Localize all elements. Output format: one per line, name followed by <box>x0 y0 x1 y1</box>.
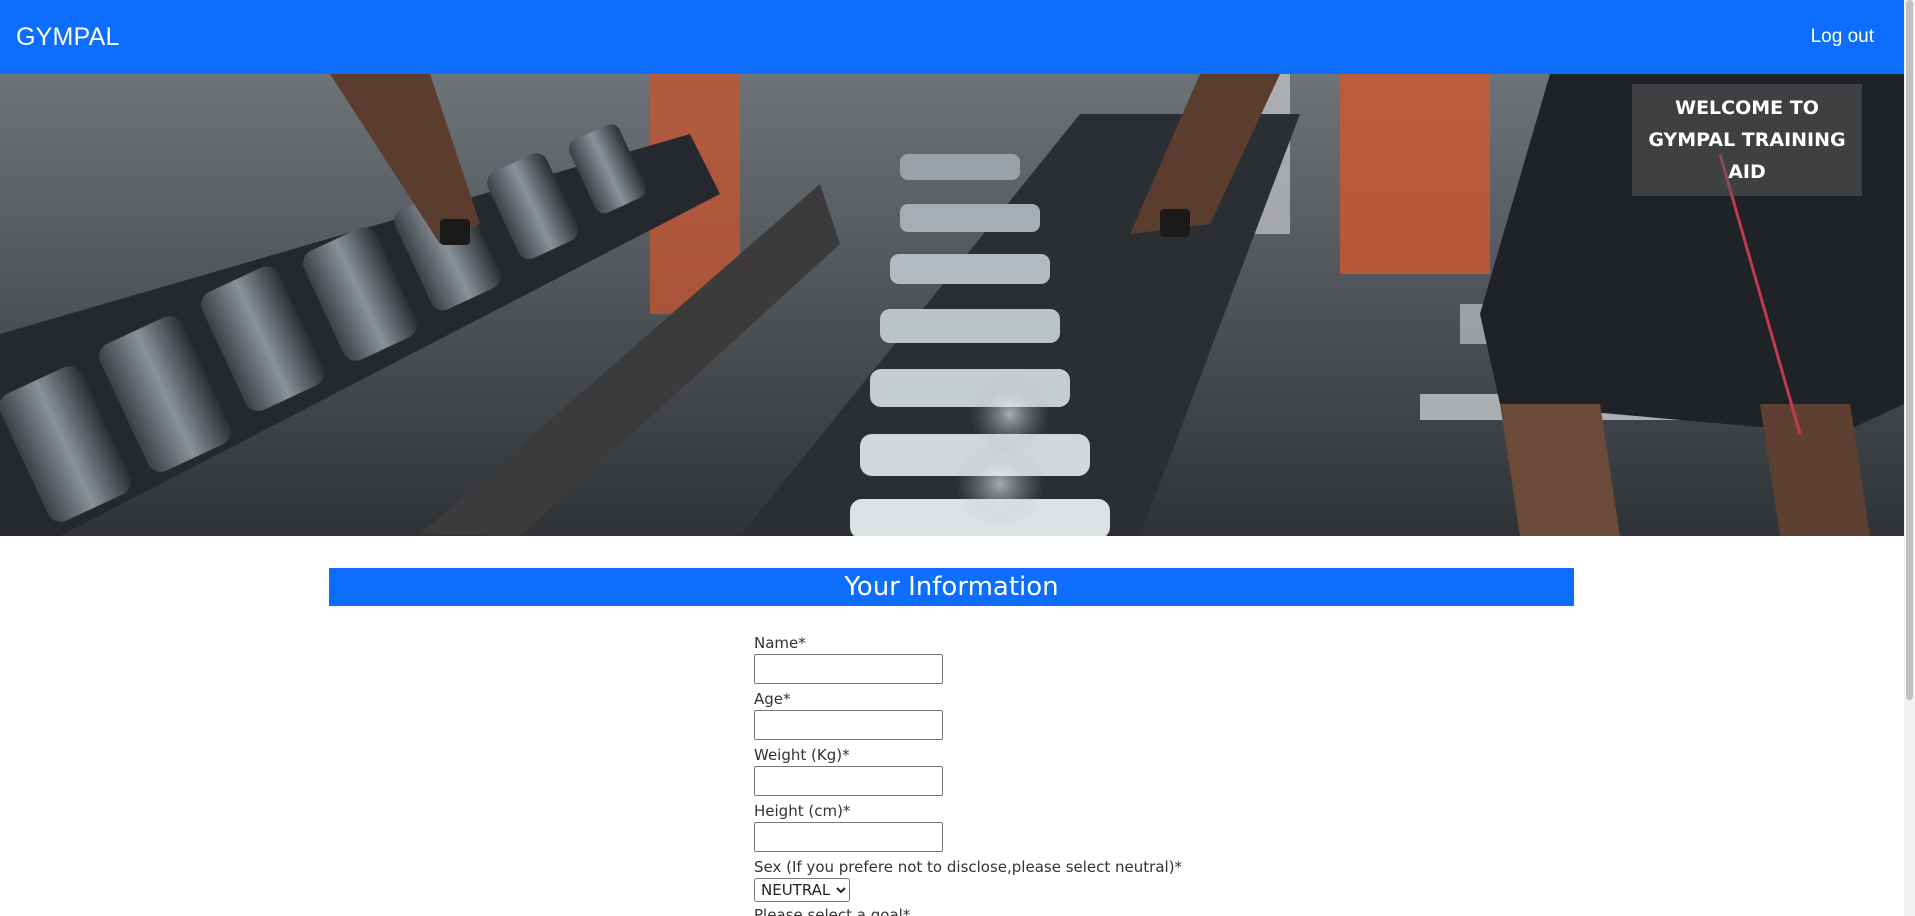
section-title: Your Information <box>329 568 1574 606</box>
height-label: Height (cm)* <box>754 802 851 820</box>
sex-select[interactable]: NEUTRAL <box>754 878 850 902</box>
gym-dumbbells-image <box>0 74 1904 536</box>
weight-label: Weight (Kg)* <box>754 746 850 764</box>
information-form: Name* Age* Weight (Kg)* Height (cm)* Sex… <box>754 632 1254 916</box>
sex-label: Sex (If you prefere not to disclose,plea… <box>754 858 1183 876</box>
logout-link[interactable]: Log out <box>1811 26 1874 48</box>
brand-logo[interactable]: GYMPAL <box>16 23 120 52</box>
weight-input[interactable] <box>754 766 943 796</box>
age-label: Age* <box>754 690 791 708</box>
age-input[interactable] <box>754 710 943 740</box>
welcome-banner: WELCOME TO GYMPAL TRAINING AID <box>1632 84 1862 196</box>
top-navbar: GYMPAL Log out <box>0 0 1904 74</box>
goal-label: Please select a goal* <box>754 906 911 916</box>
name-label: Name* <box>754 634 806 652</box>
height-input[interactable] <box>754 822 943 852</box>
name-input[interactable] <box>754 654 943 684</box>
page-scrollbar[interactable] <box>1904 0 1915 916</box>
hero-banner: WELCOME TO GYMPAL TRAINING AID <box>0 74 1904 536</box>
scrollbar-thumb[interactable] <box>1906 0 1913 700</box>
